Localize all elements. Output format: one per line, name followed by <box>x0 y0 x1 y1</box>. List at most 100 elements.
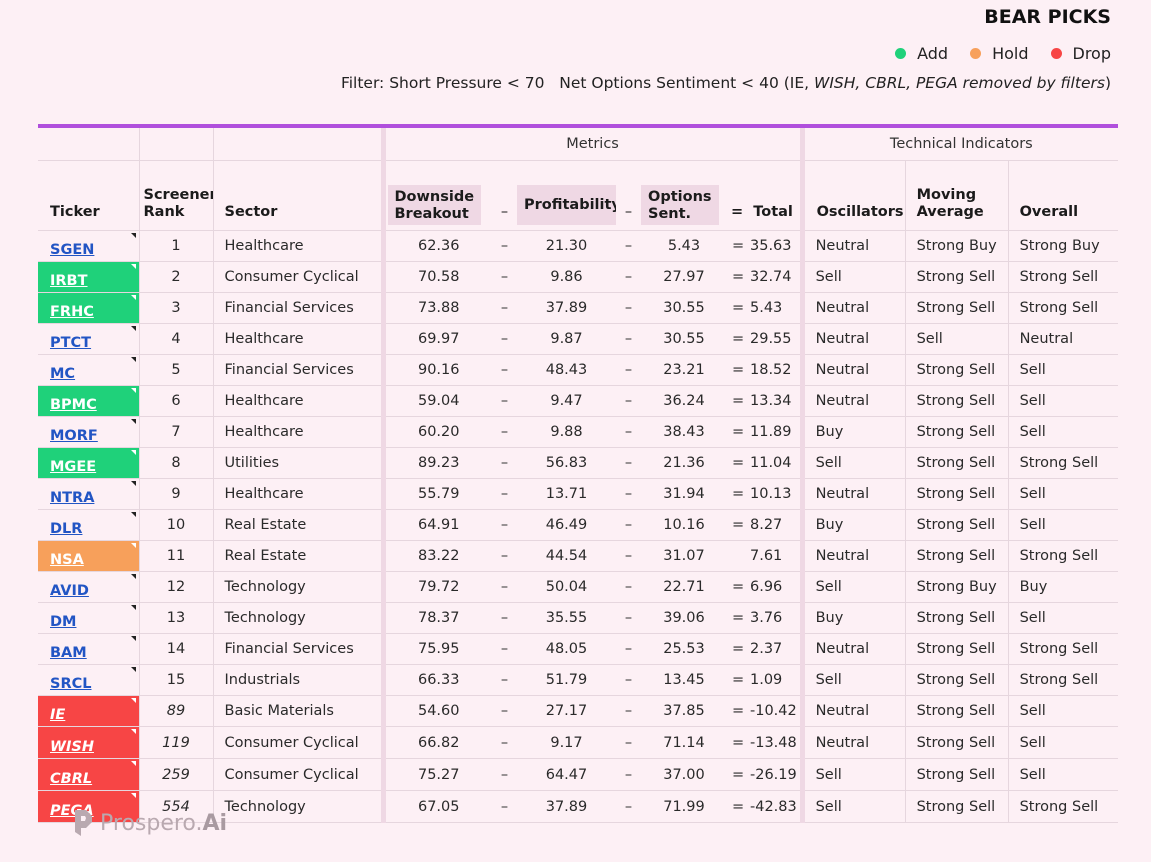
logo-suffix: Ai <box>202 810 228 836</box>
profitability-cell: 27.17 <box>517 695 616 727</box>
ticker-link[interactable]: MORF <box>50 428 98 444</box>
moving-average-cell: Strong Sell <box>905 633 1009 665</box>
downside-cell: 83.22 <box>380 540 492 572</box>
options-cell: 10.16 <box>641 509 727 541</box>
total-value: 18.52 <box>750 362 792 378</box>
options-cell: 38.43 <box>641 416 727 448</box>
sector-cell: Consumer Cyclical <box>213 726 384 759</box>
ticker-link[interactable]: DLR <box>50 521 82 537</box>
profitability-cell: 51.79 <box>517 664 616 696</box>
oscillators-cell: Sell <box>799 261 906 293</box>
ticker-link[interactable]: SGEN <box>50 242 94 258</box>
total-value: 11.89 <box>750 424 792 440</box>
options-cell: 25.53 <box>641 633 727 665</box>
comment-marker-icon <box>130 605 136 610</box>
downside-cell: 79.72 <box>380 571 492 603</box>
comment-marker-icon <box>130 481 136 486</box>
rank-header-line2: Rank <box>143 204 185 220</box>
options-cell: 5.43 <box>641 230 727 262</box>
ticker-link[interactable]: BPMC <box>50 397 97 413</box>
ticker-cell: MORF <box>38 416 140 448</box>
downside-cell: 89.23 <box>380 447 492 479</box>
overall-cell: Strong Sell <box>1008 447 1119 479</box>
ticker-link[interactable]: MGEE <box>50 459 96 475</box>
ticker-cell: BPMC <box>38 385 140 417</box>
ticker-cell: FRHC <box>38 292 140 324</box>
ticker-link[interactable]: NTRA <box>50 490 94 506</box>
downside-cell: 60.20 <box>380 416 492 448</box>
ticker-link[interactable]: AVID <box>50 583 89 599</box>
rank-cell: 13 <box>139 602 214 634</box>
total-value: 8.27 <box>750 517 783 533</box>
downside-cell: 90.16 <box>380 354 492 386</box>
ticker-link[interactable]: WISH <box>50 739 94 755</box>
comment-marker-icon <box>130 450 136 455</box>
prospero-logo-icon <box>75 810 92 836</box>
ticker-link[interactable]: CBRL <box>50 771 92 787</box>
options-cell: 30.55 <box>641 292 727 324</box>
options-cell: 39.06 <box>641 602 727 634</box>
moving-average-cell: Strong Sell <box>905 602 1009 634</box>
sector-cell: Healthcare <box>213 230 384 262</box>
dash-cell: – <box>616 447 641 479</box>
table-row: BPMC 6 Healthcare 59.04 – 9.47 – 36.24 =… <box>38 385 1119 417</box>
filter-prefix: Filter: Short Pressure < 70 Net Options … <box>340 74 814 92</box>
moving-average-cell: Strong Sell <box>905 790 1009 823</box>
total-cell: = 5.43 <box>727 292 803 324</box>
col-header-total: = Total <box>727 160 803 231</box>
ticker-link[interactable]: IRBT <box>50 273 88 289</box>
oscillators-cell: Sell <box>799 571 906 603</box>
orange-dot-icon <box>970 48 982 59</box>
ticker-link[interactable]: NSA <box>50 552 84 568</box>
table-row: PTCT 4 Healthcare 69.97 – 9.87 – 30.55 =… <box>38 323 1119 355</box>
ticker-link[interactable]: DM <box>50 614 76 630</box>
oscillators-cell: Neutral <box>799 230 906 262</box>
dash-cell: – <box>616 790 641 823</box>
sector-cell: Financial Services <box>213 354 384 386</box>
ticker-cell: BAM <box>38 633 140 665</box>
moving-average-cell: Strong Buy <box>905 571 1009 603</box>
ticker-link[interactable]: MC <box>50 366 75 382</box>
total-cell: = -26.19 <box>727 758 803 791</box>
logo-text: Prospero.Ai <box>100 811 227 836</box>
oscillators-cell: Neutral <box>799 323 906 355</box>
ticker-cell: WISH <box>38 726 140 759</box>
table-row: NSA 11 Real Estate 83.22 – 44.54 – 31.07… <box>38 540 1119 572</box>
equals-sign: = <box>732 269 745 285</box>
total-value: 10.13 <box>750 486 792 502</box>
dash-cell: – <box>616 323 641 355</box>
ticker-cell: MGEE <box>38 447 140 479</box>
total-value: 35.63 <box>750 238 792 254</box>
table-row: IE 89 Basic Materials 54.60 – 27.17 – 37… <box>38 695 1119 727</box>
comment-marker-icon <box>130 419 136 424</box>
profitability-cell: 9.86 <box>517 261 616 293</box>
ticker-link[interactable]: SRCL <box>50 676 92 692</box>
ticker-cell: AVID <box>38 571 140 603</box>
dash-cell: – <box>492 602 517 634</box>
rank-cell: 10 <box>139 509 214 541</box>
legend-item-hold: Hold <box>970 44 1029 63</box>
moving-average-cell: Strong Sell <box>905 695 1009 727</box>
ticker-link[interactable]: IE <box>50 707 65 723</box>
total-value: -13.48 <box>750 734 797 751</box>
table-row: DLR 10 Real Estate 64.91 – 46.49 – 10.16… <box>38 509 1119 541</box>
sector-cell: Technology <box>213 571 384 603</box>
downside-cell: 66.33 <box>380 664 492 696</box>
overall-cell: Strong Sell <box>1008 633 1119 665</box>
col-header-dash: – <box>492 160 517 231</box>
overall-cell: Strong Sell <box>1008 540 1119 572</box>
ticker-link[interactable]: PTCT <box>50 335 91 351</box>
profitability-cell: 37.89 <box>517 292 616 324</box>
total-cell: = 11.89 <box>727 416 803 448</box>
profitability-cell: 9.17 <box>517 726 616 759</box>
ticker-link[interactable]: FRHC <box>50 304 94 320</box>
dash-cell: – <box>492 758 517 791</box>
options-header-line1: Options <box>648 189 712 205</box>
dash-cell: – <box>616 354 641 386</box>
dash-cell: – <box>616 571 641 603</box>
overall-cell: Sell <box>1008 354 1119 386</box>
total-cell: = 35.63 <box>727 230 803 262</box>
sector-cell: Healthcare <box>213 478 384 510</box>
total-cell: = 29.55 <box>727 323 803 355</box>
ticker-link[interactable]: BAM <box>50 645 87 661</box>
